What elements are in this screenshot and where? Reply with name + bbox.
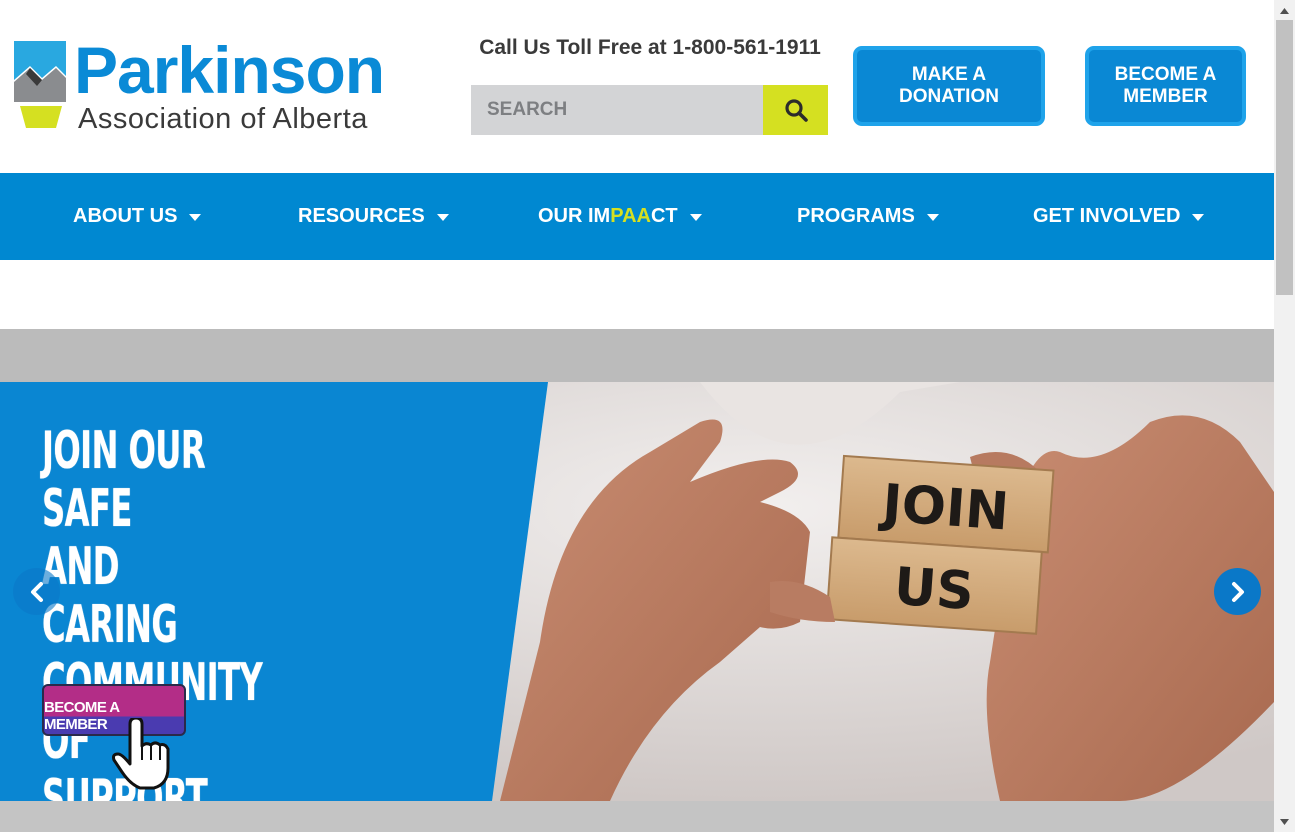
nav-get-involved-label: GET INVOLVED [1033, 205, 1181, 227]
section-divider [0, 329, 1274, 382]
make-donation-button[interactable]: MAKE A DONATION [853, 46, 1045, 126]
become-member-button[interactable]: BECOME A MEMBER [1085, 46, 1246, 126]
caret-down-icon [689, 214, 702, 221]
caret-down-icon [926, 214, 939, 221]
hero-headline-line: AND CARING [42, 537, 178, 655]
toll-free-phone[interactable]: Call Us Toll Free at 1-800-561-1911 [440, 36, 860, 60]
hero-slider: JOIN US JOIN OUR SAFE AND CARING COMMUNI… [0, 382, 1274, 801]
logo-title: Parkinson [74, 33, 385, 107]
caret-down-icon [436, 214, 449, 221]
scroll-down-arrow[interactable] [1274, 813, 1295, 830]
scroll-thumb[interactable] [1276, 20, 1293, 295]
nav-about-us[interactable]: ABOUT US [73, 173, 202, 260]
nav-programs-label: PROGRAMS [797, 205, 915, 227]
nav-programs[interactable]: PROGRAMS [797, 173, 939, 260]
page-scrollbar[interactable] [1274, 0, 1295, 832]
logo-subtitle: Association of Alberta [78, 103, 368, 135]
make-donation-line2: DONATION [899, 86, 999, 107]
nav-our-impaact-label-a: OUR IM [538, 205, 611, 227]
nav-our-impaact-label-c: CT [650, 205, 678, 227]
site-header: Parkinson Association of Alberta Call Us… [0, 0, 1274, 173]
logo-mark-icon [14, 41, 66, 128]
page: Parkinson Association of Alberta Call Us… [0, 0, 1295, 832]
become-member-line1: BECOME A [1114, 64, 1217, 85]
caret-down-icon [1192, 214, 1205, 221]
triangle-down-icon [1280, 818, 1289, 825]
slider-prev-button[interactable] [13, 568, 60, 615]
chevron-right-icon [1231, 581, 1244, 602]
chevron-left-icon [30, 581, 43, 602]
nav-our-impaact-label-b: PAA [610, 205, 651, 227]
hand-pointer-icon [112, 718, 170, 790]
become-member-label: BECOME A MEMBER [1115, 64, 1217, 108]
nav-resources-label: RESOURCES [298, 205, 425, 227]
slider-next-button[interactable] [1214, 568, 1261, 615]
nav-our-impaact[interactable]: OUR IMPAACT [538, 173, 702, 260]
become-member-line2: MEMBER [1123, 86, 1208, 107]
search-button[interactable] [763, 85, 828, 135]
nav-get-involved[interactable]: GET INVOLVED [1033, 173, 1205, 260]
section-divider-bottom [0, 801, 1274, 832]
main-nav: ABOUT US RESOURCES OUR IMPAACT PROGRAMS … [0, 173, 1274, 260]
nav-resources[interactable]: RESOURCES [298, 173, 449, 260]
caret-down-icon [189, 214, 202, 221]
hero-headline-line: JOIN OUR SAFE [42, 421, 206, 539]
search-icon [784, 99, 808, 122]
nav-our-impaact-label: OUR IMPAACT [538, 205, 678, 228]
make-donation-line1: MAKE A [911, 64, 987, 85]
search-input[interactable] [471, 85, 763, 135]
nav-about-us-label: ABOUT US [73, 205, 178, 227]
make-donation-label: MAKE A DONATION [899, 64, 999, 108]
triangle-up-icon [1280, 7, 1289, 14]
search-form [471, 85, 828, 135]
logo[interactable]: Parkinson Association of Alberta [12, 33, 422, 136]
scroll-up-arrow[interactable] [1274, 2, 1295, 19]
